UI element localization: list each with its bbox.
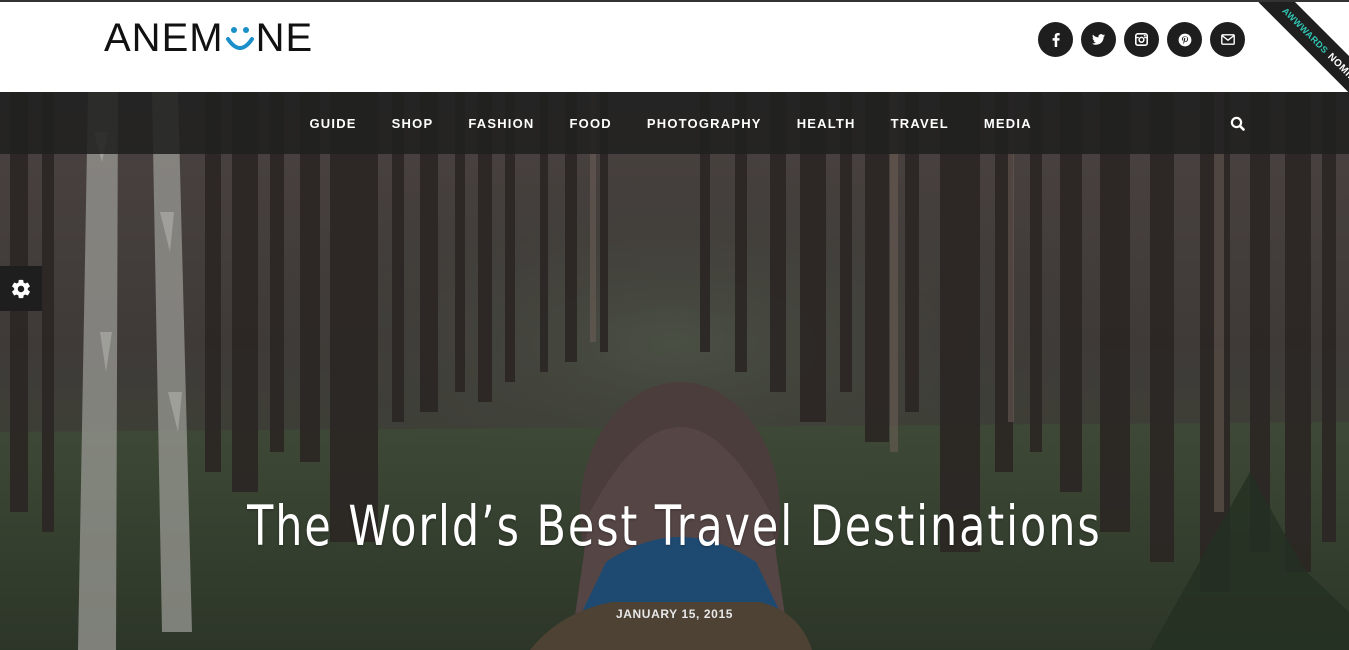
hero-forest-image [0, 92, 1349, 650]
post-date: JANUARY 15, 2015 [616, 607, 733, 621]
hero-section: GUIDE SHOP FASHION FOOD PHOTOGRAPHY HEAL… [0, 92, 1349, 650]
nav-item-media[interactable]: MEDIA [966, 116, 1049, 131]
instagram-button[interactable] [1124, 22, 1159, 57]
ribbon-badge: AWWWARDS [1280, 5, 1331, 56]
hero-title[interactable]: The World’s Best Travel Destinations [148, 494, 1200, 558]
nav-item-health[interactable]: HEALTH [779, 116, 873, 131]
twitter-icon [1092, 34, 1105, 45]
nav-item-guide[interactable]: GUIDE [292, 116, 374, 131]
search-icon [1230, 116, 1245, 131]
ribbon-label: NOMINEE [1325, 50, 1349, 94]
gear-icon [12, 279, 30, 298]
nav-item-photography[interactable]: PHOTOGRAPHY [629, 116, 779, 131]
pinterest-button[interactable] [1167, 22, 1202, 57]
main-navigation: GUIDE SHOP FASHION FOOD PHOTOGRAPHY HEAL… [0, 92, 1349, 154]
email-button[interactable] [1210, 22, 1245, 57]
email-icon [1220, 34, 1235, 45]
site-header: ANEM NE AWWWARDS NOMINEE [0, 2, 1349, 94]
settings-button[interactable] [0, 266, 42, 311]
search-button[interactable] [1228, 114, 1248, 134]
logo-smile-icon [225, 16, 255, 60]
nav-item-travel[interactable]: TRAVEL [873, 116, 966, 131]
nav-item-shop[interactable]: SHOP [374, 116, 451, 131]
logo-text-right: NE [255, 16, 314, 60]
facebook-icon [1052, 32, 1060, 47]
nav-item-food[interactable]: FOOD [552, 116, 629, 131]
site-logo[interactable]: ANEM NE [104, 16, 313, 60]
instagram-icon [1135, 33, 1148, 46]
award-ribbon[interactable]: AWWWARDS NOMINEE [1257, 2, 1349, 94]
pinterest-icon [1178, 33, 1191, 46]
twitter-button[interactable] [1081, 22, 1116, 57]
facebook-button[interactable] [1038, 22, 1073, 57]
nav-item-fashion[interactable]: FASHION [451, 116, 552, 131]
social-links [1038, 22, 1245, 57]
logo-text-left: ANEM [104, 16, 224, 60]
